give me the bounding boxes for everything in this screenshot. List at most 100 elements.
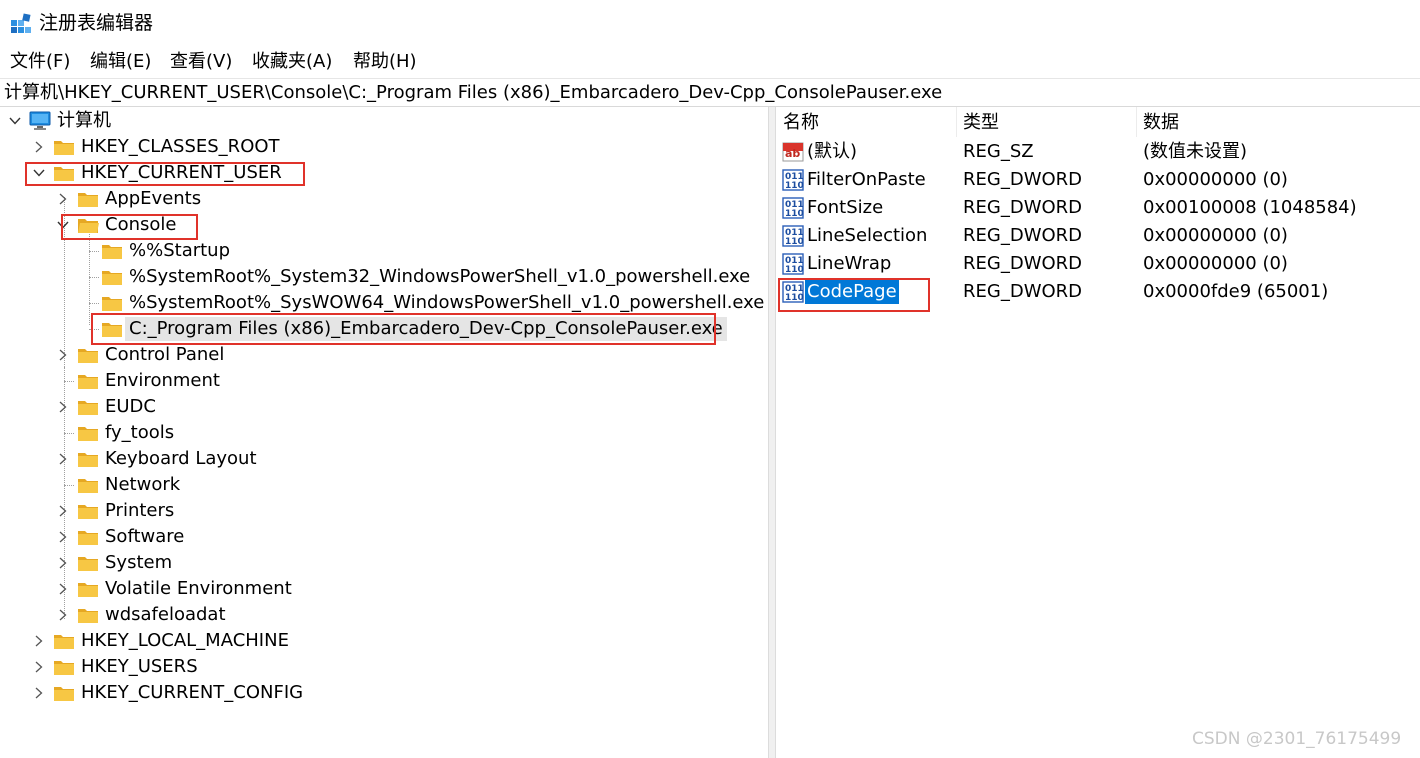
tree-node-printers[interactable]: Printers <box>0 498 400 524</box>
address-path[interactable]: 计算机\HKEY_CURRENT_USER\Console\C:_Program… <box>4 81 942 105</box>
folder-icon <box>77 580 99 598</box>
chevron-right-icon[interactable] <box>57 349 69 361</box>
value-row[interactable]: 011 110 LineWrap REG_DWORD 0x00000000 (0) <box>776 250 1420 278</box>
folder-icon <box>77 476 99 494</box>
tree-node-appevents[interactable]: AppEvents <box>0 186 400 212</box>
tree-node-label: HKEY_CLASSES_ROOT <box>81 136 280 157</box>
tree-node-hkey-classes-root[interactable]: HKEY_CLASSES_ROOT <box>0 134 400 160</box>
tree-node-label: Network <box>105 474 181 495</box>
folder-icon <box>77 502 99 520</box>
value-data: 0x00000000 (0) <box>1143 169 1288 190</box>
tree-node-wdsafeloadat[interactable]: wdsafeloadat <box>0 602 400 628</box>
address-bar[interactable]: 计算机\HKEY_CURRENT_USER\Console\C:_Program… <box>0 78 1420 107</box>
tree-node-hkey-users[interactable]: HKEY_USERS <box>0 654 400 680</box>
tree-node-consolepauser[interactable]: C:_Program Files (x86)_Embarcadero_Dev-C… <box>0 316 740 342</box>
tree-node-keyboard-layout[interactable]: Keyboard Layout <box>0 446 400 472</box>
tree-node-label: HKEY_USERS <box>81 656 198 677</box>
chevron-right-icon[interactable] <box>57 453 69 465</box>
column-header-type[interactable]: 类型 <box>963 111 999 135</box>
chevron-right-icon[interactable] <box>57 531 69 543</box>
chevron-right-icon[interactable] <box>57 609 69 621</box>
menu-help[interactable]: 帮助(H) <box>353 50 417 74</box>
chevron-right-icon[interactable] <box>57 401 69 413</box>
value-type: REG_DWORD <box>963 281 1083 302</box>
tree-node-hkey-current-config[interactable]: HKEY_CURRENT_CONFIG <box>0 680 400 706</box>
tree-node-computer[interactable]: 计算机 <box>0 108 300 134</box>
tree-node-label: System <box>105 552 173 573</box>
tree-node-eudc[interactable]: EUDC <box>0 394 400 420</box>
value-row[interactable]: 011 110 LineSelection REG_DWORD 0x0000000… <box>776 222 1420 250</box>
folder-icon <box>77 190 99 208</box>
folder-icon <box>77 528 99 546</box>
pane-splitter[interactable] <box>768 107 776 758</box>
tree-node-label: Environment <box>105 370 220 391</box>
folder-icon <box>53 632 75 650</box>
chevron-right-icon[interactable] <box>57 557 69 569</box>
key-tree[interactable]: 计算机 HKEY_CLASSES_ROOT HKEY_CURRENT_USER … <box>0 107 768 758</box>
tree-node-startup[interactable]: %%Startup <box>0 238 700 264</box>
chevron-down-icon[interactable] <box>57 219 69 231</box>
value-row[interactable]: 011 110 FilterOnPaste REG_DWORD 0x0000000… <box>776 166 1420 194</box>
tree-node-volatile-environment[interactable]: Volatile Environment <box>0 576 400 602</box>
tree-node-label: fy_tools <box>105 422 175 443</box>
column-header-name[interactable]: 名称 <box>783 111 819 135</box>
value-type: REG_DWORD <box>963 253 1083 274</box>
computer-icon <box>29 111 51 130</box>
tree-node-network[interactable]: Network <box>0 472 400 498</box>
value-type: REG_SZ <box>963 141 1034 162</box>
tree-node-software[interactable]: Software <box>0 524 400 550</box>
values-list[interactable]: 名称 类型 数据 ab (默认) REG_SZ (数值未设置) 011 110 F… <box>776 107 1420 758</box>
folder-icon <box>53 164 75 182</box>
folder-icon <box>53 138 75 156</box>
chevron-down-icon[interactable] <box>33 167 45 179</box>
column-header-data[interactable]: 数据 <box>1143 111 1179 135</box>
tree-node-powershell-syswow64[interactable]: %SystemRoot%_SysWOW64_WindowsPowerShell_… <box>0 290 764 316</box>
tree-node-label: EUDC <box>105 396 156 417</box>
tree-node-label: Keyboard Layout <box>105 448 257 469</box>
chevron-down-icon[interactable] <box>9 115 21 127</box>
folder-icon <box>101 294 123 312</box>
chevron-right-icon[interactable] <box>33 635 45 647</box>
menu-favorites[interactable]: 收藏夹(A) <box>252 50 332 74</box>
tree-node-fy-tools[interactable]: fy_tools <box>0 420 400 446</box>
tree-node-powershell-system32[interactable]: %SystemRoot%_System32_WindowsPowerShell_… <box>0 264 750 290</box>
chevron-right-icon[interactable] <box>33 687 45 699</box>
tree-node-label: HKEY_CURRENT_USER <box>81 162 282 183</box>
svg-text:110: 110 <box>785 237 804 247</box>
binary-value-icon: 011110 <box>782 281 804 303</box>
chevron-right-icon[interactable] <box>57 193 69 205</box>
tree-node-label: Volatile Environment <box>105 578 292 599</box>
menu-file[interactable]: 文件(F) <box>10 50 70 74</box>
string-value-icon: ab <box>782 142 804 162</box>
title-bar: 注册表编辑器 <box>0 0 1420 44</box>
value-row[interactable]: 011 110 FontSize REG_DWORD 0x00100008 (10… <box>776 194 1420 222</box>
tree-node-hkey-current-user[interactable]: HKEY_CURRENT_USER <box>0 160 400 186</box>
menu-view[interactable]: 查看(V) <box>170 50 232 74</box>
value-row-selected[interactable]: 011 110 CodePage REG_DWORD 0x0000fde9 (65… <box>776 278 1420 306</box>
value-row[interactable]: ab (默认) REG_SZ (数值未设置) <box>776 138 1420 166</box>
tree-node-label: wdsafeloadat <box>105 604 226 625</box>
value-name: FilterOnPaste <box>807 169 926 190</box>
binary-value-icon: 011110 <box>782 197 804 219</box>
folder-icon <box>77 450 99 468</box>
chevron-right-icon[interactable] <box>33 661 45 673</box>
svg-text:110: 110 <box>785 181 804 191</box>
chevron-right-icon[interactable] <box>33 141 45 153</box>
folder-icon <box>53 658 75 676</box>
tree-node-console[interactable]: Console <box>0 212 400 238</box>
menu-edit[interactable]: 编辑(E) <box>90 50 151 74</box>
column-divider[interactable] <box>956 107 957 137</box>
folder-icon <box>53 684 75 702</box>
value-name: LineSelection <box>807 225 928 246</box>
value-type: REG_DWORD <box>963 225 1083 246</box>
chevron-right-icon[interactable] <box>57 583 69 595</box>
value-name: LineWrap <box>807 253 892 274</box>
tree-node-control-panel[interactable]: Control Panel <box>0 342 400 368</box>
tree-node-label: Software <box>105 526 185 547</box>
tree-node-environment[interactable]: Environment <box>0 368 400 394</box>
tree-node-hkey-local-machine[interactable]: HKEY_LOCAL_MACHINE <box>0 628 400 654</box>
column-divider[interactable] <box>1136 107 1137 137</box>
tree-node-label: HKEY_LOCAL_MACHINE <box>81 630 289 651</box>
tree-node-system[interactable]: System <box>0 550 400 576</box>
chevron-right-icon[interactable] <box>57 505 69 517</box>
